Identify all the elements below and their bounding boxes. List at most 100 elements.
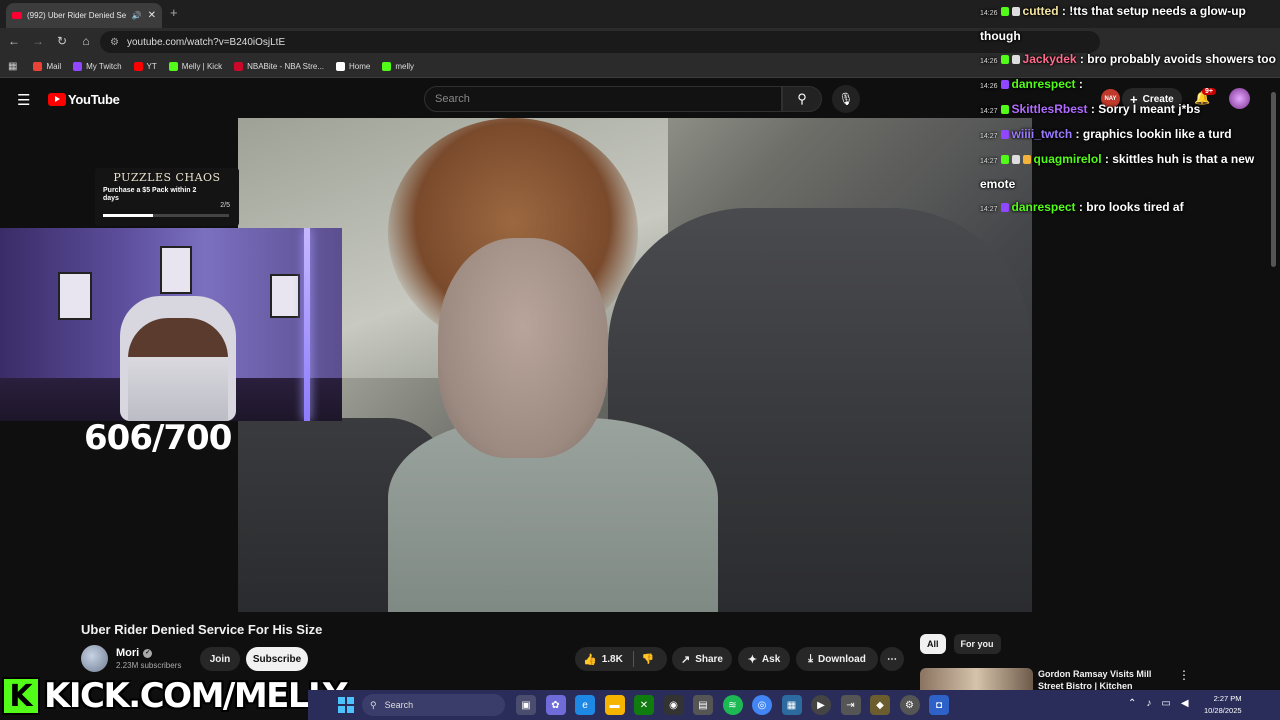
chat-timestamp: 14:27 (980, 108, 998, 115)
search-input[interactable]: Search (424, 86, 782, 112)
recommendation-thumbnail[interactable] (920, 668, 1033, 690)
forward-icon[interactable]: → (30, 34, 46, 48)
chat-timestamp: 14:26 (980, 58, 998, 65)
more-actions-button[interactable]: ⋯ (880, 647, 904, 671)
home-icon[interactable]: ⌂ (78, 34, 94, 48)
reload-icon[interactable]: ↻ (54, 34, 70, 48)
taskbar-search[interactable]: ⚲ Search (362, 694, 505, 716)
bookmark-label: melly (395, 62, 415, 71)
microphone-icon: 🎙 (838, 92, 854, 106)
like-count[interactable]: 1.8K (602, 654, 623, 665)
file-explorer-icon[interactable]: ▬ (604, 695, 625, 715)
task-view-icon[interactable]: ▣ (516, 695, 536, 715)
channel-name-row[interactable]: Mori ✓ (116, 647, 153, 659)
chat-separator: : (1087, 102, 1099, 116)
channel-name: Mori (116, 647, 140, 659)
chip-all[interactable]: All (920, 634, 946, 654)
promo-count: 2/5 (220, 202, 230, 209)
new-tab-icon[interactable]: + (170, 5, 178, 20)
speaker-icon[interactable]: 🔊 (132, 11, 142, 20)
recommendation-title[interactable]: Gordon Ramsay Visits Mill Street Bistro … (1038, 668, 1168, 690)
spotify-icon[interactable]: ≋ (722, 695, 743, 715)
dislike-icon[interactable]: 👎 (642, 654, 654, 665)
twitch-badge-icon (1000, 203, 1009, 213)
store-icon[interactable]: ▤ (693, 695, 713, 715)
bookmark-item[interactable]: NBABite - NBA Stre... (234, 62, 324, 71)
ask-button[interactable]: ✦ Ask (738, 647, 790, 671)
chat-message: 14:27 quagmirelol : skittles huh is that … (976, 148, 1280, 196)
bookmark-favicon-icon (33, 62, 43, 71)
youtube-logo-text: YouTube (68, 92, 120, 107)
video-person-face (438, 238, 608, 458)
bookmark-item[interactable]: Home (336, 62, 370, 71)
bookmark-label: NBABite - NBA Stre... (247, 62, 325, 71)
chat-message: 14:26 Jackydek : bro probably avoids show… (976, 48, 1280, 73)
address-bar[interactable]: ⚙ youtube.com/watch?v=B240iOsjLtE (100, 31, 1100, 53)
promo-text: Purchase a $5 Pack within 2 days (103, 187, 197, 203)
bookmark-item[interactable]: YT (133, 62, 157, 71)
bookmark-item[interactable]: Melly | Kick (168, 62, 222, 71)
share-label: Share (695, 653, 723, 665)
app-icon[interactable]: ⇥ (840, 695, 861, 715)
browser-tab[interactable]: (992) Uber Rider Denied Se 🔊 ✕ (6, 3, 162, 28)
like-icon[interactable]: 👍 (583, 653, 597, 666)
kick-logo-icon: K (2, 677, 40, 715)
site-info-icon[interactable]: ⚙ (110, 37, 119, 48)
chat-username: SkittlesRbest (1011, 102, 1088, 116)
webcam-poster-left (58, 272, 92, 320)
chat-text: bro looks tired af (1086, 200, 1184, 214)
join-button[interactable]: Join (200, 647, 240, 671)
bookmark-label: Mail (46, 62, 62, 71)
close-tab-icon[interactable]: ✕ (148, 10, 156, 21)
chat-message: 14:27 SkittlesRbest : Sorry I meant j*bs (976, 98, 1280, 123)
taskbar-search-label: Search (384, 700, 414, 710)
edge-icon[interactable]: e (575, 695, 595, 715)
tray-chevron-icon[interactable]: ⌃ (1128, 698, 1136, 709)
channel-avatar[interactable] (81, 645, 108, 672)
voice-search-button[interactable]: 🎙 (832, 85, 860, 113)
hamburger-menu-icon[interactable]: ☰ (17, 91, 30, 109)
bookmark-item[interactable]: My Twitch (73, 62, 122, 71)
subscribe-button[interactable]: Subscribe (246, 647, 308, 671)
gift-badge-icon (1022, 155, 1031, 165)
mic-tray-icon[interactable]: ♪ (1146, 698, 1151, 709)
volume-icon[interactable]: ◀ (1181, 698, 1189, 709)
search-icon: ⚲ (797, 91, 807, 106)
chat-username: quagmirelol (1033, 152, 1102, 166)
system-clock[interactable]: 2:27 PM 10/28/2025 (1204, 693, 1242, 717)
share-button[interactable]: ↗ Share (672, 647, 732, 671)
clock-date: 10/28/2025 (1204, 706, 1242, 715)
back-icon[interactable]: ← (6, 34, 22, 48)
copilot-icon[interactable]: ✿ (545, 695, 566, 715)
photos-icon[interactable]: ▦ (781, 695, 802, 715)
xbox-icon[interactable]: ✕ (634, 695, 654, 715)
chat-timestamp: 14:27 (980, 158, 998, 165)
more-vertical-icon[interactable]: ⋮ (1178, 668, 1190, 682)
twitch-badge-icon (1000, 130, 1009, 140)
download-label: Download (818, 653, 866, 665)
chat-message: 14:26 cutted : !tts that setup needs a gl… (976, 0, 1280, 48)
app-blue-icon[interactable]: ◘ (929, 695, 949, 715)
game-icon[interactable]: ◆ (870, 695, 890, 715)
bookmark-item[interactable]: Mail (33, 62, 61, 71)
chat-message: 14:26 danrespect : (976, 73, 1280, 98)
youtube-favicon-icon (12, 12, 22, 19)
promo-logo: PUZZLES CHAOS (113, 171, 221, 184)
bookmark-item[interactable]: melly (382, 62, 414, 71)
apps-grid-icon[interactable]: ▦ (8, 61, 17, 72)
video-player[interactable] (238, 118, 1032, 612)
bookmark-favicon-icon (168, 62, 178, 71)
windows-start-icon[interactable] (338, 697, 354, 713)
webcam-poster-right (270, 274, 300, 318)
youtube-logo[interactable]: YouTube (48, 92, 120, 107)
bookmark-label: YT (146, 62, 157, 71)
network-icon[interactable]: ▭ (1161, 698, 1170, 709)
chrome-icon[interactable]: ◎ (752, 695, 772, 715)
media-player-icon[interactable]: ▶ (811, 695, 831, 715)
search-button[interactable]: ⚲ (782, 86, 822, 112)
settings-icon[interactable]: ⚙ (899, 695, 920, 715)
download-button[interactable]: ⤓ Download (796, 647, 878, 671)
chip-for-you[interactable]: For you (953, 634, 1001, 654)
obs-icon[interactable]: ◉ (663, 695, 684, 715)
chat-username: danrespect (1011, 77, 1076, 91)
